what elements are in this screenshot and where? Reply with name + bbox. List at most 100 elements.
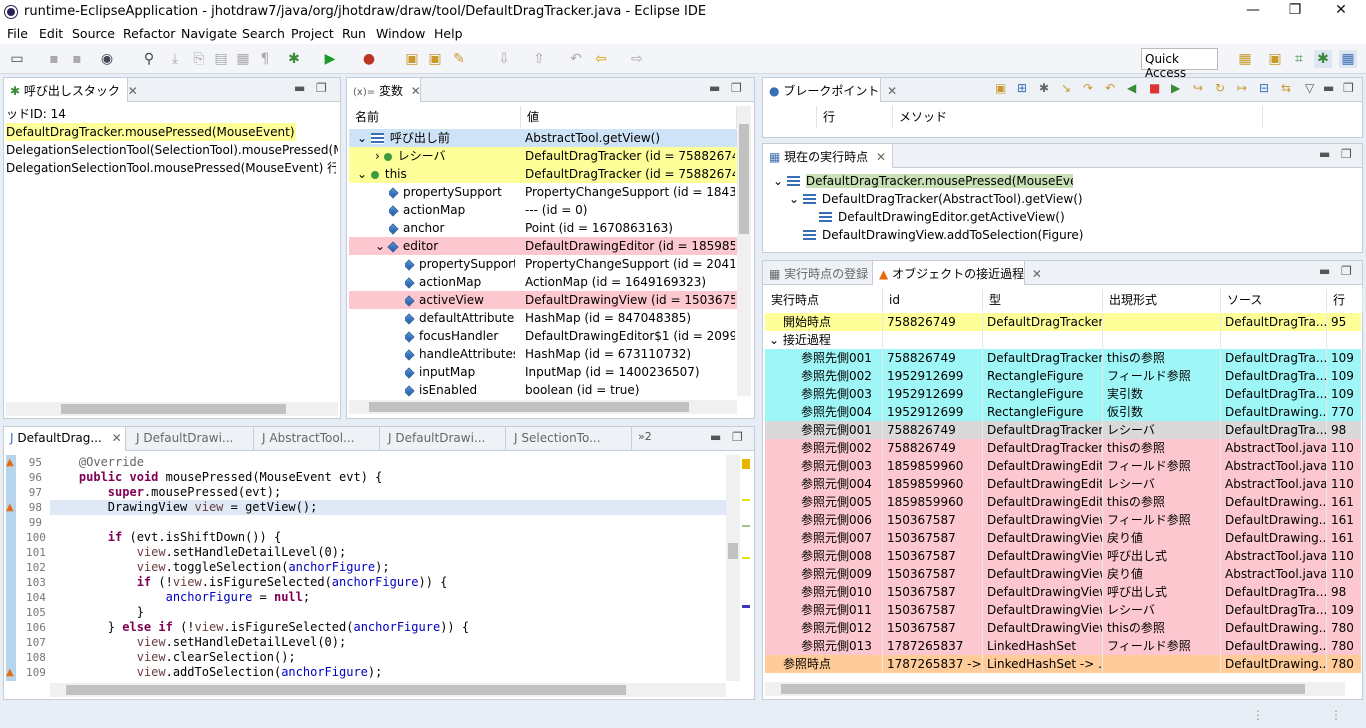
- resume-icon[interactable]: ▶: [1171, 81, 1180, 95]
- approach-row[interactable]: 参照元側005 1859859960 DefaultDrawingEdit... th…: [765, 493, 1361, 511]
- collapse-arrow-icon[interactable]: ⌄: [789, 192, 799, 206]
- java-perspective-icon[interactable]: ▣: [1266, 50, 1284, 68]
- resume-back-icon[interactable]: ◀: [1127, 81, 1136, 95]
- maximize-view-icon[interactable]: ❐: [731, 81, 742, 95]
- close-button[interactable]: ✕: [1331, 2, 1351, 18]
- menu-run[interactable]: Run: [342, 26, 366, 41]
- annotation-prev-icon[interactable]: ⇧: [530, 50, 548, 68]
- menu-search[interactable]: Search: [242, 26, 285, 41]
- variable-row[interactable]: propertySupport PropertyChangeSupport (id…: [349, 255, 737, 273]
- collapse-arrow-icon[interactable]: ⌄: [773, 174, 783, 188]
- quick-access-input[interactable]: Quick Access: [1141, 48, 1218, 80]
- link-icon[interactable]: ⇆: [1281, 81, 1291, 95]
- variable-row[interactable]: inputMap InputMap (id = 1400236507): [349, 363, 737, 381]
- menu-source[interactable]: Source: [72, 26, 115, 41]
- code-line[interactable]: view.setHandleDetailLevel(0);: [50, 635, 726, 650]
- code-line[interactable]: view.setHandleDetailLevel(0);: [50, 545, 726, 560]
- more-tabs-button[interactable]: »2: [638, 430, 652, 443]
- variable-row[interactable]: isEnabled boolean (id = true): [349, 381, 737, 399]
- horizontal-scrollbar[interactable]: [6, 402, 338, 416]
- horizontal-scrollbar[interactable]: [349, 400, 737, 414]
- callstack-item[interactable]: DelegationSelectionTool(SelectionTool).m…: [6, 141, 338, 159]
- tab-current-execution[interactable]: ▦ 現在の実行時点 ✕: [763, 144, 893, 168]
- minimize-view-icon[interactable]: ▬: [1319, 147, 1330, 161]
- expand-arrow-icon[interactable]: ⌄: [357, 167, 371, 181]
- editor-tab[interactable]: J DefaultDrawi...: [382, 427, 506, 451]
- drop-frame-icon[interactable]: ▤: [212, 50, 230, 68]
- minimize-view-icon[interactable]: ▬: [1323, 81, 1334, 95]
- variable-row[interactable]: propertySupport PropertyChangeSupport (id…: [349, 183, 737, 201]
- column-header[interactable]: 型: [983, 289, 1103, 311]
- variable-row[interactable]: ⌄ 呼び出し前 AbstractTool.getView(): [349, 129, 737, 147]
- horizontal-scrollbar[interactable]: [765, 682, 1345, 696]
- code-line[interactable]: if (!view.isFigureSelected(anchorFigure)…: [50, 575, 726, 590]
- approach-row[interactable]: 参照元側013 1787265837 LinkedHashSet フィールド参照 Def…: [765, 637, 1361, 655]
- menu-project[interactable]: Project: [291, 26, 334, 41]
- variable-row[interactable]: actionMap ActionMap (id = 1649169323): [349, 273, 737, 291]
- resource-perspective-icon[interactable]: ▦: [1339, 50, 1357, 68]
- horizontal-scrollbar[interactable]: [50, 683, 726, 697]
- code-line[interactable]: } else if (!view.isFigureSelected(anchor…: [50, 620, 726, 635]
- step-return-icon[interactable]: ↶: [1105, 81, 1115, 95]
- save-all-icon[interactable]: ▪: [68, 50, 86, 68]
- approach-row[interactable]: 参照元側007 150367587 DefaultDrawingView 戻り値 Def…: [765, 529, 1361, 547]
- close-tab-icon[interactable]: ✕: [887, 84, 897, 98]
- debug-icon[interactable]: ✱: [285, 50, 303, 68]
- tree-item[interactable]: DefaultDrawingEditor.getActiveView(): [819, 208, 1119, 226]
- approach-row[interactable]: 参照元側010 150367587 DefaultDrawingView 呼び出し式 D…: [765, 583, 1361, 601]
- code-line[interactable]: DrawingView view = getView();: [50, 500, 726, 515]
- new-icon[interactable]: ▭: [8, 50, 26, 68]
- code-line[interactable]: [50, 515, 726, 530]
- tab-breakpoints[interactable]: ● ブレークポイント ✕: [763, 78, 897, 102]
- external-tools-icon[interactable]: ●: [360, 50, 378, 68]
- callstack-item[interactable]: ッドID: 14: [6, 105, 336, 123]
- column-header[interactable]: ソース: [1221, 289, 1327, 311]
- use-step-filters-icon[interactable]: ▦: [234, 50, 252, 68]
- close-tab-icon[interactable]: ✕: [876, 150, 886, 164]
- approach-row[interactable]: 開始時点 758826749 DefaultDragTracker DefaultDr…: [765, 313, 1361, 331]
- tab-callstack[interactable]: ✱ 呼び出しスタック ✕: [4, 78, 138, 102]
- minimize-view-icon[interactable]: ▬: [294, 81, 305, 95]
- open-perspective-icon[interactable]: ▦: [1236, 50, 1254, 68]
- maximize-view-icon[interactable]: ❐: [1341, 147, 1352, 161]
- terminate-icon[interactable]: ■: [1149, 81, 1160, 95]
- column-header[interactable]: 行: [1327, 289, 1363, 311]
- code-line[interactable]: view.toggleSelection(anchorFigure);: [50, 560, 726, 575]
- tab-register-execution[interactable]: ▦ 実行時点の登録: [763, 261, 873, 285]
- variable-row[interactable]: ⌄ editor DefaultDrawingEditor (id = 18598…: [349, 237, 737, 255]
- approach-row[interactable]: 参照元側006 150367587 DefaultDrawingView フィールド参…: [765, 511, 1361, 529]
- maximize-view-icon[interactable]: ❐: [316, 81, 327, 95]
- column-header-value[interactable]: 値: [521, 106, 737, 128]
- annotation-next-icon[interactable]: ⇩: [495, 50, 513, 68]
- column-header[interactable]: 出現形式: [1103, 289, 1221, 311]
- close-tab-icon[interactable]: ✕: [1032, 267, 1042, 281]
- maximize-button[interactable]: ❐: [1285, 2, 1305, 18]
- rewind-icon[interactable]: ↻: [1215, 81, 1225, 95]
- minimize-view-icon[interactable]: ▬: [709, 81, 720, 95]
- menu-refactor[interactable]: Refactor: [123, 26, 175, 41]
- menu-file[interactable]: File: [7, 26, 28, 41]
- tab-object-approach[interactable]: ▲ オブジェクトの接近過程 ✕: [873, 261, 1042, 285]
- forward-icon[interactable]: ⇨: [628, 50, 646, 68]
- editor-tab[interactable]: J DefaultDrawi...: [130, 427, 254, 451]
- group-icon[interactable]: ⊞: [1017, 81, 1027, 95]
- expand-arrow-icon[interactable]: ⌄: [357, 131, 371, 145]
- callstack-item[interactable]: DelegationSelectionTool.mousePressed(Mou…: [6, 159, 336, 177]
- menu-navigate[interactable]: Navigate: [181, 26, 237, 41]
- last-edit-icon[interactable]: ↶: [567, 50, 585, 68]
- tree-item[interactable]: ⌄ DefaultDragTracker(AbstractTool).getVi…: [789, 190, 1089, 208]
- code-line[interactable]: public void mousePressed(MouseEvent evt)…: [50, 470, 726, 485]
- editor-tab-active[interactable]: J DefaultDrag... ✕: [4, 427, 126, 451]
- step-over-icon[interactable]: ↷: [1083, 81, 1093, 95]
- menu-help[interactable]: Help: [434, 26, 463, 41]
- editor-tab[interactable]: J AbstractTool...: [256, 427, 380, 451]
- back-icon[interactable]: ⇦: [592, 50, 610, 68]
- variable-row[interactable]: activeView DefaultDrawingView (id = 15036…: [349, 291, 737, 309]
- collapse-arrow-icon[interactable]: ⌄: [769, 333, 783, 347]
- open-folder-icon[interactable]: ▣: [426, 50, 444, 68]
- vertical-scrollbar[interactable]: [737, 106, 751, 396]
- debug-perspective-icon[interactable]: ◉: [98, 50, 116, 68]
- maximize-view-icon[interactable]: ❐: [1341, 264, 1352, 278]
- code-line[interactable]: super.mousePressed(evt);: [50, 485, 726, 500]
- open-type-icon[interactable]: ✎: [450, 50, 468, 68]
